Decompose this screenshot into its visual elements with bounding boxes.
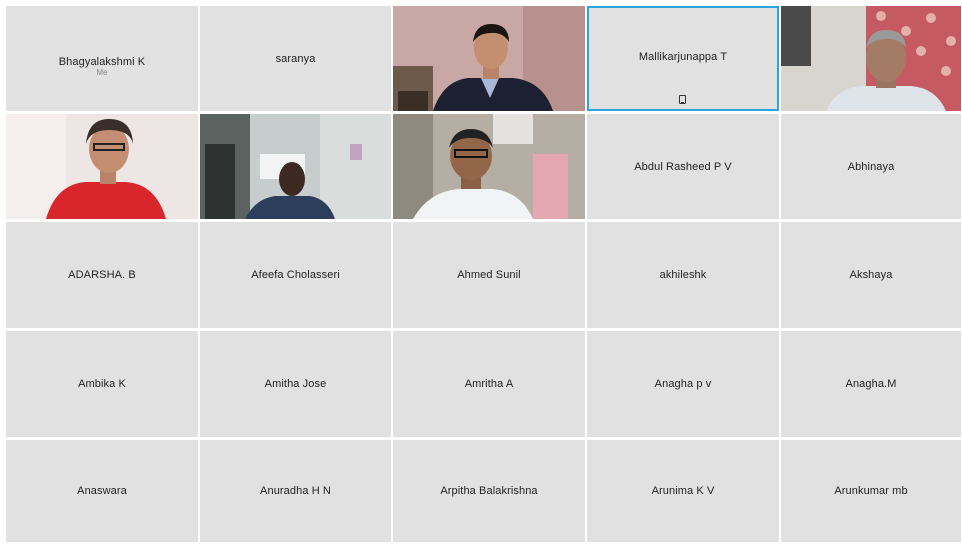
participant-name: Amitha Jose [264,378,327,390]
participant-tile[interactable]: Amitha Jose [200,331,391,437]
participant-gallery: Bhagyalakshmi K Me saranya Mallikarjunap… [6,6,962,544]
mobile-device-icon [679,95,686,104]
participant-tile[interactable]: ADARSHA. B [6,222,198,328]
participant-tile-abdul-rasheed[interactable]: Abdul Rasheed P V [587,114,779,219]
participant-video-tile[interactable] [393,6,585,111]
participant-name: Abhinaya [847,160,895,173]
participant-tile[interactable]: Arunkumar mb [781,440,961,542]
participant-name: Anuradha H N [260,485,331,497]
participant-tile[interactable]: Afeefa Cholasseri [200,222,391,328]
participant-tile-saranya[interactable]: saranya [200,6,391,111]
participant-name: Afeefa Cholasseri [251,269,340,281]
participant-name: Arpitha Balakrishna [440,485,538,497]
participant-video-tile[interactable] [6,114,198,219]
video-feed-woman-red [6,114,198,219]
participant-tile[interactable]: Ahmed Sunil [393,222,585,328]
participant-tile[interactable]: Anagha p v [587,331,779,437]
video-feed-man-office [393,114,585,219]
participant-tile[interactable]: Arpitha Balakrishna [393,440,585,542]
participant-tile[interactable]: akhileshk [587,222,779,328]
participant-name: saranya [275,52,316,65]
participant-name: Anaswara [77,485,127,497]
participant-self-label: Me [96,68,108,77]
participant-tile[interactable]: Amritha A [393,331,585,437]
participant-tile[interactable]: Arunima K V [587,440,779,542]
video-feed-man-in-suit [393,6,585,111]
participant-name: Bhagyalakshmi K [58,56,146,68]
participant-name: akhileshk [659,269,707,281]
participant-name: ADARSHA. B [68,269,136,281]
video-feed-man-in-room [200,114,391,219]
participant-tile-abhinaya[interactable]: Abhinaya [781,114,961,219]
participant-tile-mallikarjunappa[interactable]: Mallikarjunappa T [587,6,779,111]
participant-name: Ambika K [78,378,126,390]
participant-name: Mallikarjunappa T [638,51,728,64]
participant-name: Anagha p v [654,378,712,390]
participant-tile[interactable]: Ambika K [6,331,198,437]
participant-video-tile[interactable] [200,114,391,219]
participant-name: Amritha A [464,378,514,390]
video-feed-older-man [781,6,961,111]
participant-name: Arunkumar mb [834,485,908,497]
participant-name: Anagha.M [845,378,897,390]
participant-name: Akshaya [849,269,893,281]
participant-tile[interactable]: Anagha.M [781,331,961,437]
participant-name: Ahmed Sunil [457,269,521,281]
participant-tile-bhagyalakshmi[interactable]: Bhagyalakshmi K Me [6,6,198,111]
participant-video-tile[interactable] [393,114,585,219]
participant-tile[interactable]: Anuradha H N [200,440,391,542]
participant-tile[interactable]: Akshaya [781,222,961,328]
participant-video-tile[interactable] [781,6,961,111]
participant-name: Abdul Rasheed P V [634,160,732,173]
participant-name: Arunima K V [651,485,715,497]
participant-tile[interactable]: Anaswara [6,440,198,542]
